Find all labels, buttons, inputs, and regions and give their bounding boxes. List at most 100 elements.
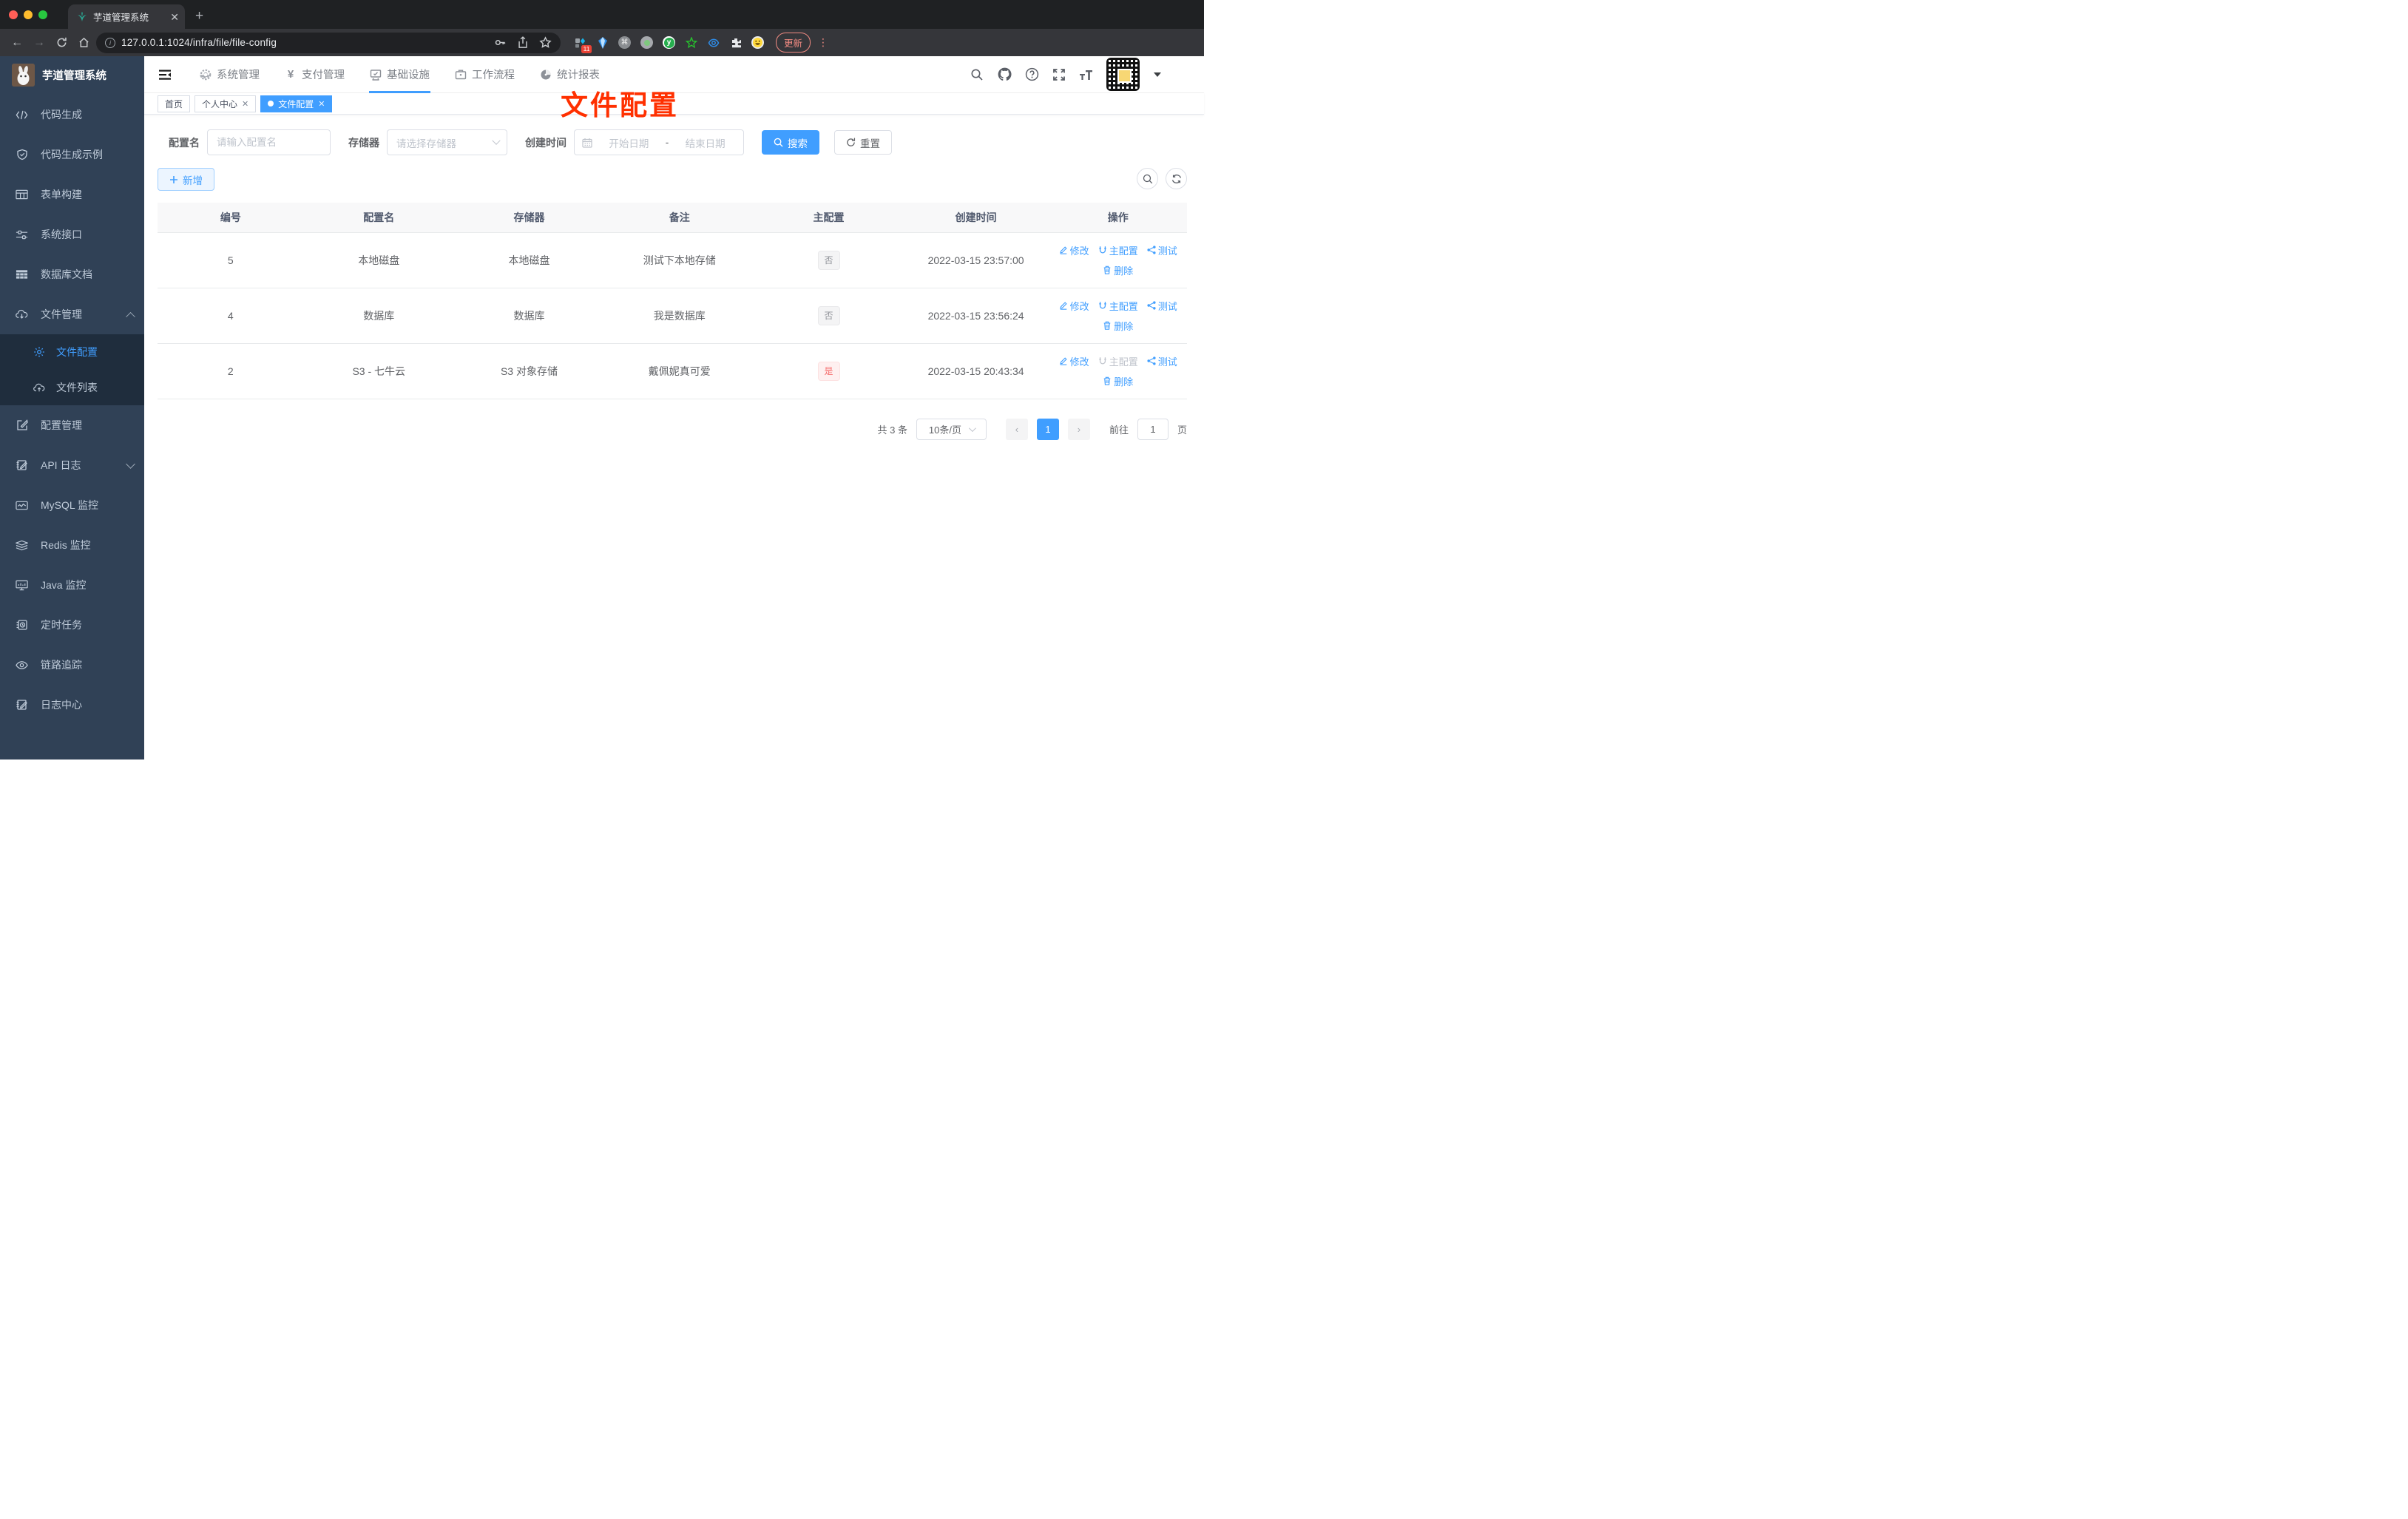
filter-name-label: 配置名 [169, 136, 200, 149]
home-button[interactable] [74, 33, 93, 53]
back-button[interactable]: ← [7, 33, 27, 53]
sidebar-item-db-doc[interactable]: 数据库文档 [0, 254, 144, 294]
test-link[interactable]: 测试 [1147, 299, 1177, 313]
edit-link[interactable]: 修改 [1059, 243, 1089, 257]
delete-link[interactable]: 删除 [1103, 374, 1133, 388]
close-icon[interactable]: ✕ [242, 99, 248, 109]
help-icon[interactable] [1024, 67, 1039, 82]
github-icon[interactable] [997, 67, 1012, 82]
reset-button[interactable]: 重置 [834, 130, 892, 155]
minimize-window-button[interactable] [24, 10, 33, 19]
share-icon[interactable] [517, 36, 529, 49]
page-size-select[interactable]: 10条/页 [916, 418, 987, 440]
sidebar-item-redis-monitor[interactable]: Redis 监控 [0, 525, 144, 565]
password-key-icon[interactable] [494, 36, 507, 49]
edit-link[interactable]: 修改 [1059, 299, 1089, 313]
url-bar[interactable]: i 127.0.0.1:1024/infra/file/file-config [96, 32, 561, 53]
tab-close-icon[interactable]: ✕ [170, 12, 179, 22]
master-config-link[interactable]: 主配置 [1098, 299, 1138, 313]
chrome-update-button[interactable]: 更新 [776, 33, 811, 53]
sidebar-item-java-monitor[interactable]: Java 监控 [0, 565, 144, 605]
add-button[interactable]: 新增 [158, 168, 214, 191]
extension-recorder-icon[interactable] [640, 36, 653, 49]
extension-eye-icon[interactable] [707, 36, 720, 49]
cloud-upload-icon [33, 382, 45, 393]
briefcase-icon [455, 69, 467, 81]
forward-button[interactable]: → [30, 33, 49, 53]
sidebar-item-file-list[interactable]: 文件列表 [0, 370, 144, 405]
app-logo[interactable]: 芋道管理系统 [0, 56, 144, 93]
sidebar-item-code-gen-example[interactable]: 代码生成示例 [0, 135, 144, 175]
sidebar-item-file-config[interactable]: 文件配置 [0, 334, 144, 370]
sidebar-item-scheduled-tasks[interactable]: 定时任务 [0, 605, 144, 645]
next-page-button[interactable]: › [1067, 418, 1090, 440]
topnav-system[interactable]: 系统管理 [187, 56, 272, 93]
date-end-placeholder: 结束日期 [685, 138, 726, 149]
topnav-infrastructure[interactable]: 基础设施 [357, 56, 442, 93]
toggle-search-button[interactable] [1137, 168, 1158, 189]
cell-name: S3 - 七牛云 [303, 343, 454, 399]
prev-page-button[interactable]: ‹ [1005, 418, 1028, 440]
table-header-row: 编号 配置名 存储器 备注 主配置 创建时间 操作 [158, 203, 1187, 233]
sidebar-item-form-builder[interactable]: 表单构建 [0, 175, 144, 214]
sidebar-item-api-log[interactable]: API 日志 [0, 445, 144, 485]
cell-remark: 戴佩妮真可爱 [604, 343, 755, 399]
test-link[interactable]: 测试 [1147, 243, 1177, 257]
extension-emoji-icon[interactable] [751, 36, 764, 49]
sidebar-item-file-management[interactable]: 文件管理 [0, 294, 144, 334]
extension-command-icon[interactable]: ⌘ [618, 36, 631, 49]
new-tab-button[interactable]: + [195, 8, 203, 24]
sidebar-item-system-api[interactable]: 系统接口 [0, 214, 144, 254]
eye-icon [16, 659, 28, 671]
sidebar-item-config-management[interactable]: 配置管理 [0, 405, 144, 445]
reload-button[interactable] [52, 33, 71, 53]
sidebar-item-code-gen[interactable]: 代码生成 [0, 95, 144, 135]
delete-link[interactable]: 删除 [1103, 263, 1133, 277]
trash-icon [1103, 376, 1111, 385]
tag-profile[interactable]: 个人中心 ✕ [195, 95, 257, 112]
navbar-right-icons [970, 58, 1204, 91]
sidebar-item-tracing[interactable]: 链路追踪 [0, 645, 144, 685]
table-icon [16, 268, 28, 281]
close-icon[interactable]: ✕ [318, 99, 325, 109]
avatar-dropdown-caret-icon[interactable] [1154, 72, 1161, 77]
extension-star-icon[interactable] [685, 36, 697, 49]
topnav-workflow[interactable]: 工作流程 [442, 56, 527, 93]
zoom-window-button[interactable] [38, 10, 47, 19]
fullscreen-icon[interactable] [1052, 67, 1066, 82]
edit-link[interactable]: 修改 [1059, 354, 1089, 368]
search-icon[interactable] [970, 67, 984, 82]
browser-tab[interactable]: 芋道管理系统 ✕ [68, 4, 185, 29]
date-range-picker[interactable]: 开始日期 - 结束日期 [574, 129, 744, 155]
tag-home[interactable]: 首页 [158, 95, 191, 112]
font-size-icon[interactable] [1079, 67, 1094, 82]
extension-y-icon[interactable]: y [663, 36, 675, 49]
extension-tags-icon[interactable]: 11 [574, 36, 592, 53]
sidebar-item-log-center[interactable]: 日志中心 [0, 685, 144, 725]
tag-file-config[interactable]: 文件配置 ✕ [260, 95, 333, 112]
extension-gem-icon[interactable] [596, 36, 609, 49]
sliders-icon [16, 229, 28, 241]
extensions-puzzle-icon[interactable] [729, 36, 742, 49]
refresh-icon [1171, 174, 1181, 183]
master-config-link[interactable]: 主配置 [1098, 243, 1138, 257]
search-button[interactable]: 搜索 [762, 130, 819, 155]
bookmark-star-icon[interactable] [539, 36, 552, 49]
user-avatar[interactable] [1106, 58, 1140, 91]
col-created: 创建时间 [902, 203, 1049, 233]
config-name-input[interactable] [207, 129, 331, 155]
page-number[interactable]: 1 [1036, 418, 1059, 440]
storage-select[interactable]: 请选择存储器 [387, 129, 507, 155]
topnav-payment[interactable]: ¥ 支付管理 [272, 56, 357, 93]
delete-link[interactable]: 删除 [1103, 319, 1133, 333]
site-info-icon[interactable]: i [105, 37, 115, 48]
goto-page-input[interactable] [1137, 418, 1169, 440]
sidebar-collapse-icon[interactable] [158, 67, 172, 82]
refresh-table-button[interactable] [1166, 168, 1187, 189]
table-row: 5 本地磁盘 本地磁盘 测试下本地存储 否 2022-03-15 23:57:0… [158, 232, 1187, 288]
test-link[interactable]: 测试 [1147, 354, 1177, 368]
extension-badge: 11 [581, 44, 592, 53]
browser-menu-icon[interactable]: ⋮ [818, 36, 828, 49]
close-window-button[interactable] [9, 10, 18, 19]
sidebar-item-mysql-monitor[interactable]: MySQL 监控 [0, 485, 144, 525]
